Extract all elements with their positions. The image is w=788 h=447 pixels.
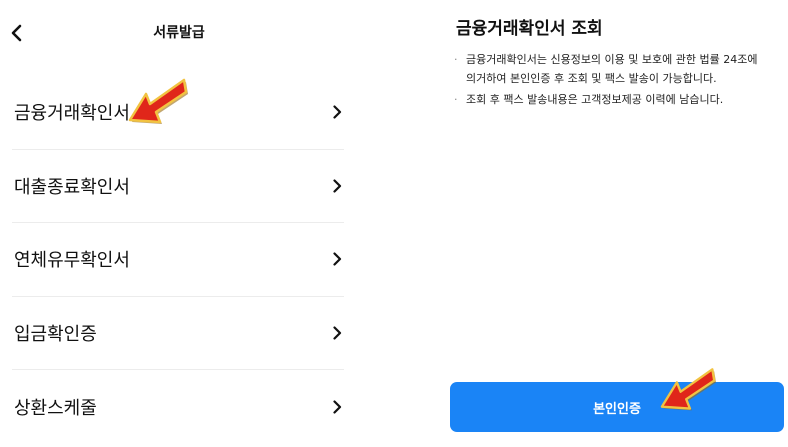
menu-item-deposit-receipt[interactable]: 입금확인증	[12, 297, 344, 370]
chevron-right-icon	[332, 105, 342, 119]
document-menu: 금융거래확인서 대출종료확인서 연체유무확인서 입금확인증 상환스케줄	[12, 76, 344, 444]
menu-item-label: 금융거래확인서	[14, 103, 130, 125]
menu-item-label: 상환스케줄	[14, 397, 97, 419]
chevron-right-icon	[332, 179, 342, 193]
menu-item-label: 대출종료확인서	[14, 176, 130, 198]
chevron-right-icon	[332, 400, 342, 414]
identity-verification-button[interactable]: 본인인증	[450, 382, 784, 432]
notice-item: · 금융거래확인서는 신용정보의 이용 및 보호에 관한 법률 24조에 의거하…	[454, 50, 784, 88]
bullet: ·	[454, 93, 458, 106]
menu-item-delinquency-certificate[interactable]: 연체유무확인서	[12, 223, 344, 297]
bullet: ·	[454, 53, 458, 66]
certificate-inquiry-screen: 금융거래확인서 조회 · 금융거래확인서는 신용정보의 이용 및 보호에 관한 …	[430, 0, 788, 447]
menu-item-financial-transaction-certificate[interactable]: 금융거래확인서	[12, 76, 344, 150]
notice-line: 조회 후 팩스 발송내용은 고객정보제공 이력에 남습니다.	[466, 93, 724, 106]
page-title: 서류발급	[153, 25, 205, 41]
chevron-right-icon	[332, 252, 342, 266]
menu-item-repayment-schedule[interactable]: 상환스케줄	[12, 370, 344, 444]
menu-item-label: 입금확인증	[14, 323, 97, 345]
notice-item: · 조회 후 팩스 발송내용은 고객정보제공 이력에 남습니다.	[454, 90, 784, 109]
document-issuance-screen: 서류발급 금융거래확인서 대출종료확인서 연체유무확인서 입금확인증 상환스케줄	[0, 0, 358, 447]
page-title: 금융거래확인서 조회	[456, 19, 603, 39]
menu-item-label: 연체유무확인서	[14, 250, 130, 272]
menu-item-loan-termination-certificate[interactable]: 대출종료확인서	[12, 150, 344, 223]
notice-line: 의거하여 본인인증 후 조회 및 팩스 발송이 가능합니다.	[466, 72, 717, 85]
chevron-right-icon	[332, 326, 342, 340]
notice-line: 금융거래확인서는 신용정보의 이용 및 보호에 관한 법률 24조에	[466, 53, 758, 66]
notice-list: · 금융거래확인서는 신용정보의 이용 및 보호에 관한 법률 24조에 의거하…	[454, 50, 784, 111]
